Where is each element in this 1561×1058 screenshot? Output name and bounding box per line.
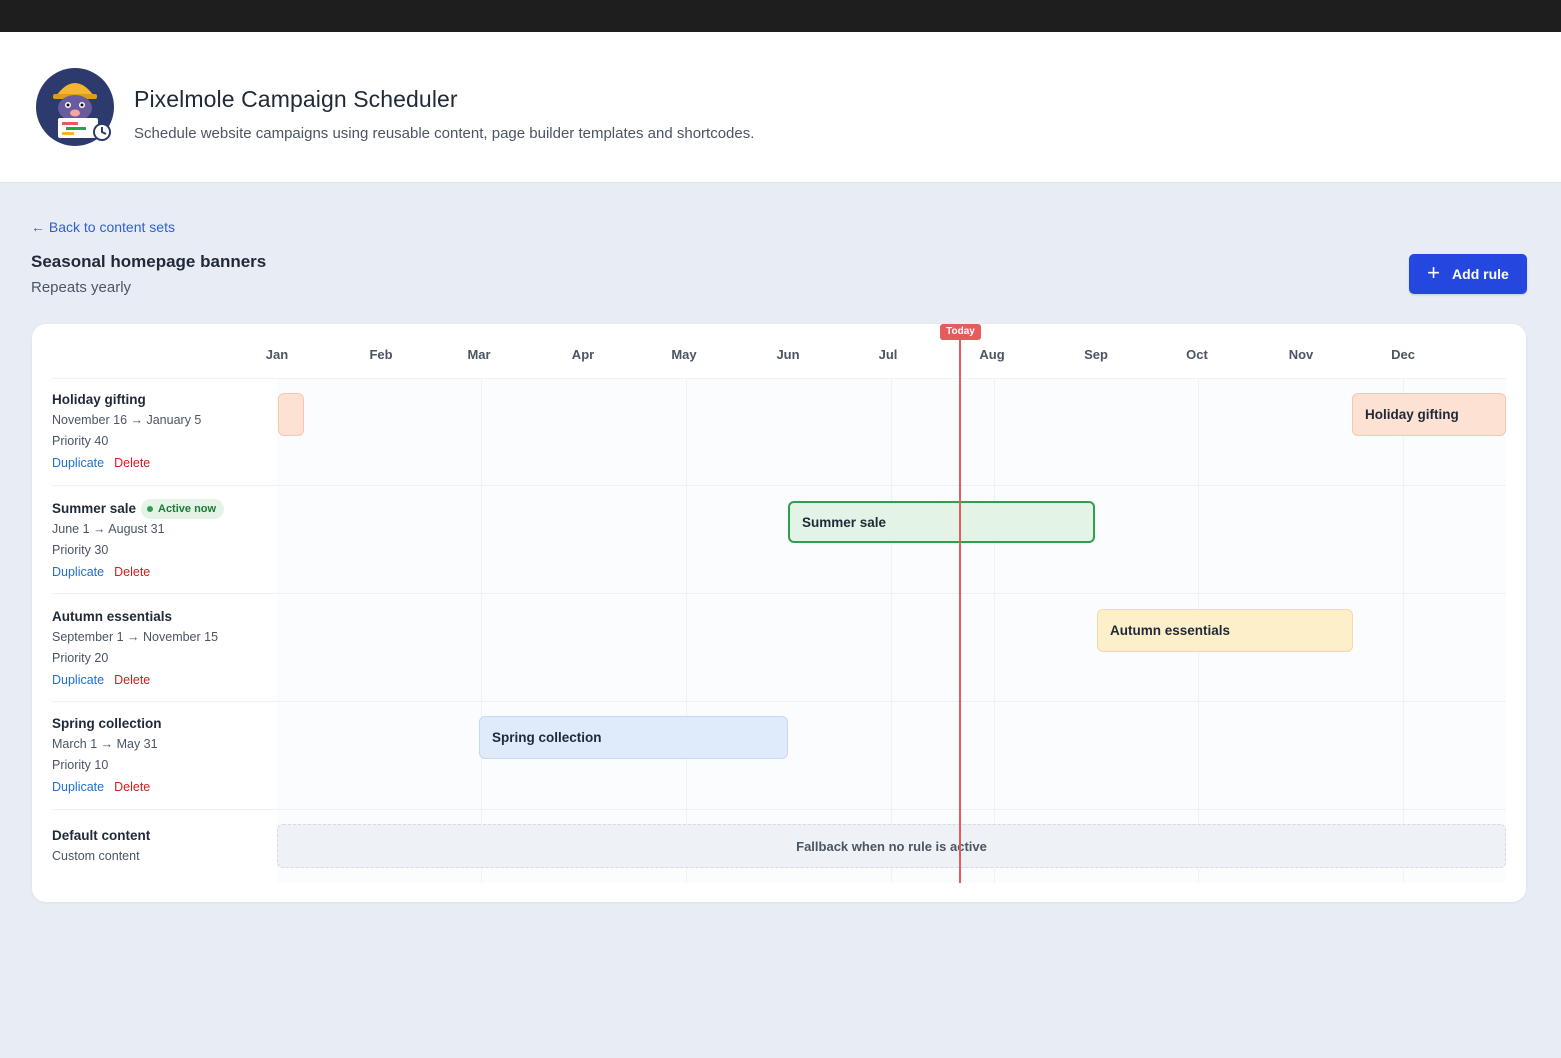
rule-priority: Priority 20 — [52, 651, 109, 665]
duplicate-rule-link[interactable]: Duplicate — [52, 673, 104, 687]
app-subtitle: Schedule website campaigns using reusabl… — [134, 125, 755, 142]
today-marker-line — [959, 340, 961, 883]
month-label-aug: Aug — [979, 347, 1005, 362]
default-content-type: Custom content — [52, 849, 140, 863]
month-gridline — [994, 379, 995, 883]
holiday-gifting-bar[interactable]: Holiday gifting — [1352, 393, 1506, 436]
summer-sale-bar[interactable]: Summer sale — [788, 501, 1095, 543]
autumn-essentials-bar[interactable]: Autumn essentials — [1097, 609, 1353, 652]
rule-dates: November 16 → January 5 — [52, 413, 202, 427]
row-divider — [52, 809, 1506, 810]
delete-rule-link[interactable]: Delete — [114, 673, 150, 687]
add-rule-label: Add rule — [1452, 266, 1509, 282]
month-label-apr: Apr — [571, 347, 595, 362]
rule-name-autumn-essentials: Autumn essentials — [52, 609, 173, 624]
spring-collection-bar[interactable]: Spring collection — [479, 716, 788, 759]
rule-dates: March 1 → May 31 — [52, 737, 158, 751]
month-label-dec: Dec — [1391, 347, 1415, 362]
rule-actions: Duplicate Delete — [52, 456, 150, 470]
delete-rule-link[interactable]: Delete — [114, 565, 150, 579]
active-now-label: Active now — [158, 503, 217, 515]
rule-actions: Duplicate Delete — [52, 673, 150, 687]
duplicate-rule-link[interactable]: Duplicate — [52, 456, 104, 470]
month-label-oct: Oct — [1186, 347, 1208, 362]
rule-actions: Duplicate Delete — [52, 565, 150, 579]
month-label-jun: Jun — [776, 347, 800, 362]
month-header-divider — [52, 378, 1506, 379]
duplicate-rule-link[interactable]: Duplicate — [52, 780, 104, 794]
rule-actions: Duplicate Delete — [52, 780, 150, 794]
month-gridline — [1403, 379, 1404, 883]
rule-name-spring-collection: Spring collection — [52, 716, 162, 731]
month-label-mar: Mar — [467, 347, 491, 362]
holiday-gifting-bar-start[interactable] — [278, 393, 304, 436]
rule-name-holiday-gifting: Holiday gifting — [52, 392, 146, 407]
duplicate-rule-link[interactable]: Duplicate — [52, 565, 104, 579]
row-divider — [52, 485, 1506, 486]
mole-mascot-logo-icon — [36, 68, 114, 146]
schedule-timeline-card: Jan Feb Mar Apr May Jun Jul Aug Sep Oct … — [32, 324, 1526, 902]
month-label-jan: Jan — [265, 347, 289, 362]
row-divider — [52, 593, 1506, 594]
month-label-may: May — [671, 347, 697, 362]
month-gridline — [686, 379, 687, 883]
rule-name-summer-sale: Summer sale — [52, 501, 137, 516]
active-now-badge: Active now — [141, 499, 225, 519]
rule-priority: Priority 40 — [52, 434, 109, 448]
default-content-name: Default content — [52, 828, 151, 843]
content-set-recurrence: Repeats yearly — [31, 279, 132, 296]
rule-dates: June 1 → August 31 — [52, 522, 165, 536]
add-rule-button[interactable]: + Add rule — [1409, 254, 1527, 294]
month-gridline — [481, 379, 482, 883]
row-divider — [52, 701, 1506, 702]
back-to-content-sets-link[interactable]: ← Back to content sets — [31, 219, 175, 235]
window-top-bar — [0, 0, 1561, 32]
rule-priority: Priority 30 — [52, 543, 109, 557]
plus-icon: + — [1427, 260, 1441, 285]
content-set-title: Seasonal homepage banners — [31, 252, 267, 271]
app-header: Pixelmole Campaign Scheduler Schedule we… — [0, 32, 1561, 183]
month-label-feb: Feb — [369, 347, 393, 362]
delete-rule-link[interactable]: Delete — [114, 456, 150, 470]
today-badge: Today — [940, 324, 981, 340]
rule-dates: September 1 → November 15 — [52, 630, 219, 644]
delete-rule-link[interactable]: Delete — [114, 780, 150, 794]
rule-priority: Priority 10 — [52, 758, 109, 772]
month-label-jul: Jul — [878, 347, 898, 362]
month-label-sep: Sep — [1084, 347, 1108, 362]
month-gridline — [891, 379, 892, 883]
active-dot-icon — [147, 506, 153, 512]
fallback-content-bar[interactable]: Fallback when no rule is active — [277, 824, 1506, 868]
app-title: Pixelmole Campaign Scheduler — [134, 86, 458, 112]
month-label-nov: Nov — [1288, 347, 1314, 362]
